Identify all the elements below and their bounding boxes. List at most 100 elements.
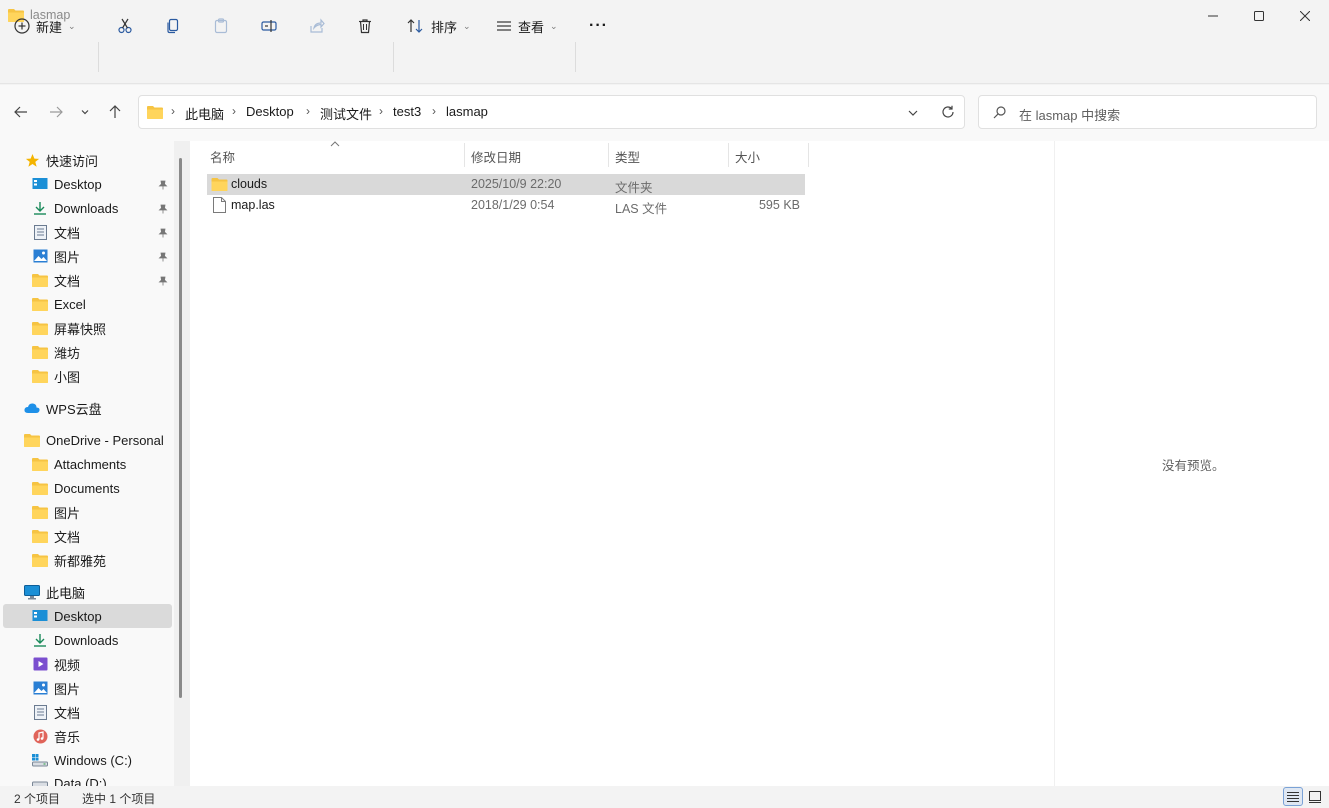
- sidebar-item-drive-c[interactable]: Windows (C:): [32, 748, 172, 772]
- chevron-right-icon: ›: [379, 104, 383, 118]
- folder-icon: [32, 344, 48, 360]
- file-name: clouds: [231, 177, 268, 191]
- arrow-right-icon: [50, 106, 63, 118]
- sort-ascending-icon: [330, 136, 340, 150]
- paste-button[interactable]: [205, 10, 237, 42]
- chevron-down-icon: ⌄: [463, 20, 471, 31]
- sidebar-item-label: Documents: [54, 480, 120, 496]
- view-button[interactable]: 查看 ⌄: [496, 10, 558, 42]
- column-header-type[interactable]: 类型: [615, 147, 640, 166]
- column-divider[interactable]: [464, 143, 465, 167]
- title-bar: [0, 0, 1329, 32]
- sort-button[interactable]: 排序 ⌄: [407, 10, 471, 42]
- sidebar-item-folder[interactable]: Documents: [32, 476, 172, 500]
- chevron-right-icon: ›: [232, 104, 236, 118]
- address-history-button[interactable]: [907, 107, 919, 122]
- clipboard-icon: [214, 18, 228, 34]
- computer-icon: [24, 584, 40, 600]
- sidebar-item-folder[interactable]: 文档: [32, 268, 172, 292]
- breadcrumb-test-files[interactable]: 测试文件: [320, 104, 372, 123]
- back-button[interactable]: [8, 96, 34, 128]
- column-header-size[interactable]: 大小: [735, 147, 760, 166]
- column-divider[interactable]: [728, 143, 729, 167]
- breadcrumb-lasmap[interactable]: lasmap: [446, 104, 488, 119]
- sidebar-item-label: 文档: [54, 273, 81, 289]
- document-icon: [32, 224, 48, 240]
- music-icon: [32, 728, 48, 744]
- sort-icon: [407, 19, 423, 33]
- sidebar-item-this-pc[interactable]: 此电脑: [24, 580, 172, 604]
- file-modified: 2018/1/29 0:54: [471, 198, 555, 212]
- sidebar-item-documents[interactable]: 文档: [32, 220, 172, 244]
- sidebar-scrollbar[interactable]: [174, 141, 190, 786]
- column-header-name[interactable]: 名称: [210, 147, 235, 166]
- breadcrumb-desktop[interactable]: Desktop: [246, 104, 294, 119]
- share-button[interactable]: [301, 10, 333, 42]
- pin-icon: [158, 178, 168, 193]
- sidebar-item-folder[interactable]: 潍坊: [32, 340, 172, 364]
- sidebar-item-folder[interactable]: 图片: [32, 500, 172, 524]
- sidebar-item-drive-d[interactable]: Data (D:): [32, 772, 172, 786]
- sidebar-item-label: Desktop: [54, 608, 102, 624]
- sidebar-item-onedrive[interactable]: OneDrive - Personal: [24, 428, 172, 452]
- sidebar-item-desktop[interactable]: Desktop: [32, 172, 172, 196]
- minimize-icon: [1208, 15, 1218, 17]
- large-icons-view-button[interactable]: [1305, 787, 1325, 806]
- sidebar-item-label: 文档: [54, 705, 81, 721]
- sidebar-item-downloads[interactable]: Downloads: [32, 196, 172, 220]
- folder-icon: [32, 296, 48, 312]
- breadcrumb-this-pc[interactable]: 此电脑: [185, 104, 224, 123]
- new-button[interactable]: 新建 ⌄: [14, 10, 76, 42]
- column-divider[interactable]: [808, 143, 809, 167]
- sidebar-item-folder[interactable]: 新都雅苑: [32, 548, 172, 572]
- refresh-button[interactable]: [941, 105, 955, 122]
- copy-button[interactable]: [157, 10, 189, 42]
- column-divider[interactable]: [608, 143, 609, 167]
- sidebar-item-pictures[interactable]: 图片: [32, 244, 172, 268]
- download-icon: [32, 632, 48, 648]
- minimize-button[interactable]: [1190, 0, 1236, 32]
- drive-icon: [32, 752, 48, 768]
- sidebar-scrollbar-thumb[interactable]: [179, 158, 182, 698]
- sidebar-item-pc-pictures[interactable]: 图片: [32, 676, 172, 700]
- chevron-down-icon: ⌄: [550, 20, 558, 31]
- sidebar-item-pc-downloads[interactable]: Downloads: [32, 628, 172, 652]
- sidebar-item-folder[interactable]: 文档: [32, 524, 172, 548]
- sidebar-item-folder[interactable]: 小图: [32, 364, 172, 388]
- details-view-button[interactable]: [1283, 787, 1303, 806]
- sidebar-item-folder[interactable]: Attachments: [32, 452, 172, 476]
- arrow-left-icon: [14, 106, 27, 118]
- sidebar-item-pc-documents[interactable]: 文档: [32, 700, 172, 724]
- delete-button[interactable]: [349, 10, 381, 42]
- sidebar-item-label: OneDrive - Personal: [46, 432, 164, 448]
- cut-button[interactable]: [109, 10, 141, 42]
- close-button[interactable]: [1282, 0, 1328, 32]
- more-options-button[interactable]: ···: [589, 10, 608, 42]
- maximize-button[interactable]: [1236, 0, 1282, 32]
- chevron-right-icon: ›: [306, 104, 310, 118]
- file-type: LAS 文件: [615, 202, 668, 216]
- forward-button[interactable]: [43, 96, 69, 128]
- address-bar[interactable]: › 此电脑 › Desktop › 测试文件 › test3 › lasmap: [138, 95, 965, 129]
- sidebar-item-pc-videos[interactable]: 视频: [32, 652, 172, 676]
- folder-icon: [32, 552, 48, 568]
- sidebar-item-folder[interactable]: 屏幕快照: [32, 316, 172, 340]
- sidebar-item-label: 新都雅苑: [54, 553, 107, 569]
- sidebar-item-quick-access[interactable]: 快速访问: [24, 148, 172, 172]
- pin-icon: [158, 250, 168, 265]
- file-row[interactable]: clouds 2025/10/9 22:20 文件夹: [207, 174, 805, 195]
- rename-button[interactable]: [253, 10, 285, 42]
- sidebar-item-wps-cloud[interactable]: WPS云盘: [24, 396, 172, 420]
- sidebar-item-pc-music[interactable]: 音乐: [32, 724, 172, 748]
- breadcrumb-test3[interactable]: test3: [393, 104, 421, 119]
- preview-divider[interactable]: [1054, 141, 1055, 786]
- search-input[interactable]: 在 lasmap 中搜索: [978, 95, 1317, 129]
- sidebar-item-pc-desktop[interactable]: Desktop: [3, 604, 172, 628]
- thumbnail-view-icon: [1309, 790, 1321, 803]
- recent-locations-button[interactable]: [74, 96, 96, 128]
- sidebar-item-label: Attachments: [54, 456, 127, 472]
- file-row[interactable]: map.las 2018/1/29 0:54 LAS 文件 595 KB: [207, 195, 805, 216]
- column-header-modified[interactable]: 修改日期: [471, 147, 521, 166]
- up-button[interactable]: [102, 96, 128, 128]
- sidebar-item-folder[interactable]: Excel: [32, 292, 172, 316]
